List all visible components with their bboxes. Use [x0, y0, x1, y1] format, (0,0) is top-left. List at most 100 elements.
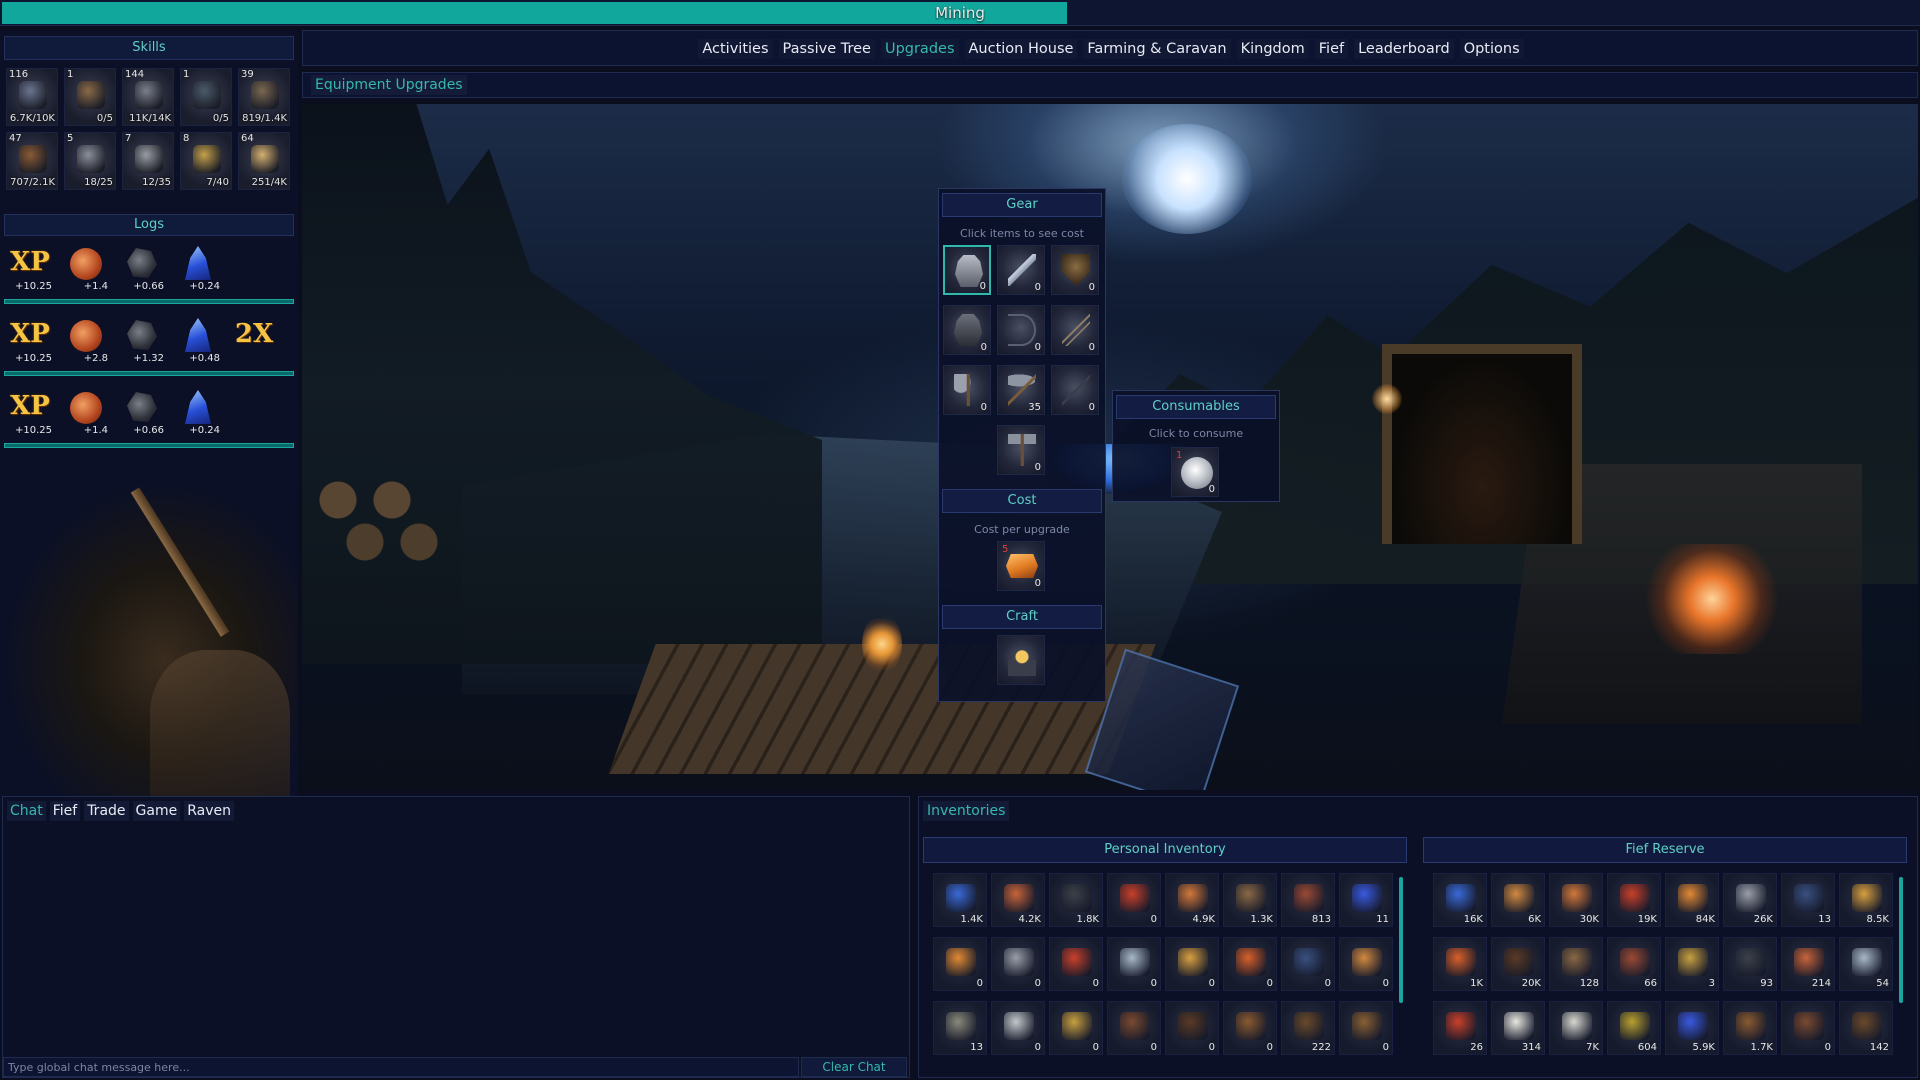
inventory-slot[interactable]: 8.5K — [1839, 873, 1893, 927]
barrel-icon — [1736, 1012, 1766, 1040]
inventory-slot[interactable]: 0 — [1165, 1001, 1219, 1055]
sword-icon — [1008, 254, 1036, 286]
inventory-slot[interactable]: 5.9K — [1665, 1001, 1719, 1055]
inventory-slot[interactable]: 1.4K — [933, 873, 987, 927]
tab-leaderboard[interactable]: Leaderboard — [1354, 39, 1454, 59]
tab-auction-house[interactable]: Auction House — [964, 39, 1078, 59]
skill-tile[interactable]: 1 0/5 — [180, 68, 232, 126]
skill-tile[interactable]: 8 7/40 — [180, 132, 232, 190]
chat-tab-game[interactable]: Game — [132, 801, 181, 821]
inventory-slot[interactable]: 6K — [1491, 873, 1545, 927]
gear-slot[interactable]: 0 — [1051, 365, 1099, 415]
inventory-slot[interactable]: 0 — [991, 937, 1045, 991]
inventory-slot[interactable]: 0 — [1339, 1001, 1393, 1055]
inventory-slot[interactable]: 1.7K — [1723, 1001, 1777, 1055]
skill-tile[interactable]: 1 0/5 — [64, 68, 116, 126]
inventory-slot[interactable]: 54 — [1839, 937, 1893, 991]
inventory-slot[interactable]: 0 — [1781, 1001, 1835, 1055]
gear-slot[interactable]: 0 — [1051, 305, 1099, 355]
inventory-slot[interactable]: 0 — [1339, 937, 1393, 991]
inventory-slot[interactable]: 84K — [1665, 873, 1719, 927]
inventory-slot[interactable]: 0 — [991, 1001, 1045, 1055]
clear-chat-button[interactable]: Clear Chat — [801, 1057, 907, 1077]
inventory-slot[interactable]: 222 — [1281, 1001, 1335, 1055]
inventory-slot[interactable]: 13 — [1781, 873, 1835, 927]
inventory-slot[interactable]: 7K — [1549, 1001, 1603, 1055]
inventory-slot[interactable]: 0 — [1107, 937, 1161, 991]
skill-tile[interactable]: 116 6.7K/10K — [6, 68, 58, 126]
inventory-slot[interactable]: 142 — [1839, 1001, 1893, 1055]
inventory-slot[interactable]: 214 — [1781, 937, 1835, 991]
gear-slot[interactable]: 35 — [997, 365, 1045, 415]
tab-upgrades[interactable]: Upgrades — [880, 39, 959, 59]
skill-tile[interactable]: 39 819/1.4K — [238, 68, 290, 126]
inventory-slot[interactable]: 0 — [1049, 1001, 1103, 1055]
tab-fief[interactable]: Fief — [1314, 39, 1349, 59]
tab-kingdom[interactable]: Kingdom — [1236, 39, 1309, 59]
inventory-slot[interactable]: 19K — [1607, 873, 1661, 927]
inventory-slot[interactable]: 0 — [1223, 1001, 1277, 1055]
inventory-slot[interactable]: 0 — [1165, 937, 1219, 991]
gear-slot[interactable]: 0 — [997, 245, 1045, 295]
inventory-slot[interactable]: 26 — [1433, 1001, 1487, 1055]
chat-input[interactable]: Type global chat message here... — [3, 1057, 799, 1077]
inventory-slot[interactable]: 11 — [1339, 873, 1393, 927]
logs-header: Logs — [4, 214, 294, 236]
inventory-slot[interactable]: 314 — [1491, 1001, 1545, 1055]
inventory-slot[interactable]: 1.3K — [1223, 873, 1277, 927]
tab-options[interactable]: Options — [1459, 39, 1524, 59]
skill-tile[interactable]: 5 18/25 — [64, 132, 116, 190]
tab-farming-caravan[interactable]: Farming & Caravan — [1083, 39, 1231, 59]
inventory-slot[interactable]: 3 — [1665, 937, 1719, 991]
gear-count: 0 — [1034, 462, 1041, 473]
personal-inventory-scrollbar[interactable] — [1399, 877, 1403, 1003]
inventory-slot[interactable]: 1.8K — [1049, 873, 1103, 927]
inventory-slot[interactable]: 0 — [1107, 873, 1161, 927]
inventory-slot[interactable]: 0 — [1223, 937, 1277, 991]
equipment-upgrades-title[interactable]: Equipment Upgrades — [311, 75, 467, 95]
craft-button[interactable] — [997, 635, 1045, 685]
skill-tile[interactable]: 7 12/35 — [122, 132, 174, 190]
gear-slot[interactable]: 0 — [943, 245, 991, 295]
inventory-slot[interactable]: 1K — [1433, 937, 1487, 991]
inventory-slot[interactable]: 0 — [1049, 937, 1103, 991]
gold-bars-icon — [1178, 948, 1208, 976]
tab-passive-tree[interactable]: Passive Tree — [778, 39, 875, 59]
gear-slot[interactable]: 0 — [943, 305, 991, 355]
gear-slot[interactable]: 0 — [997, 425, 1045, 475]
inventory-slot[interactable]: 128 — [1549, 937, 1603, 991]
inventory-slot[interactable]: 26K — [1723, 873, 1777, 927]
skill-tile[interactable]: 64 251/4K — [238, 132, 290, 190]
inventory-slot[interactable]: 16K — [1433, 873, 1487, 927]
inventory-slot[interactable]: 30K — [1549, 873, 1603, 927]
inventory-qty: 26K — [1753, 914, 1773, 925]
cost-item[interactable]: 5 0 — [997, 541, 1045, 591]
fief-reserve-scrollbar[interactable] — [1899, 877, 1903, 1003]
inventories-title[interactable]: Inventories — [923, 801, 1010, 821]
inventory-slot[interactable]: 4.9K — [1165, 873, 1219, 927]
inventory-slot[interactable]: 4.2K — [991, 873, 1045, 927]
inventory-slot[interactable]: 0 — [1107, 1001, 1161, 1055]
inventory-slot[interactable]: 66 — [1607, 937, 1661, 991]
chat-tab-chat[interactable]: Chat — [7, 801, 46, 821]
inventory-slot[interactable]: 604 — [1607, 1001, 1661, 1055]
chat-tab-trade[interactable]: Trade — [84, 801, 129, 821]
tab-activities[interactable]: Activities — [698, 39, 773, 59]
inventory-slot[interactable]: 0 — [1281, 937, 1335, 991]
gear-slot[interactable]: 0 — [1051, 245, 1099, 295]
gear-slot[interactable]: 0 — [997, 305, 1045, 355]
chat-tab-fief[interactable]: Fief — [49, 801, 81, 821]
skill-tile[interactable]: 47 707/2.1K — [6, 132, 58, 190]
inventory-slot[interactable]: 813 — [1281, 873, 1335, 927]
inventory-slot[interactable]: 20K — [1491, 937, 1545, 991]
consumable-item[interactable]: 1 0 — [1171, 447, 1219, 497]
fish-icon — [1120, 948, 1150, 976]
skill-tile[interactable]: 144 11K/14K — [122, 68, 174, 126]
chat-tab-raven[interactable]: Raven — [184, 801, 234, 821]
inventory-slot[interactable]: 13 — [933, 1001, 987, 1055]
inventory-qty: 0 — [1092, 978, 1099, 989]
inventory-slot[interactable]: 0 — [933, 937, 987, 991]
inventory-qty: 7K — [1586, 1042, 1599, 1053]
gear-slot[interactable]: 0 — [943, 365, 991, 415]
inventory-slot[interactable]: 93 — [1723, 937, 1777, 991]
